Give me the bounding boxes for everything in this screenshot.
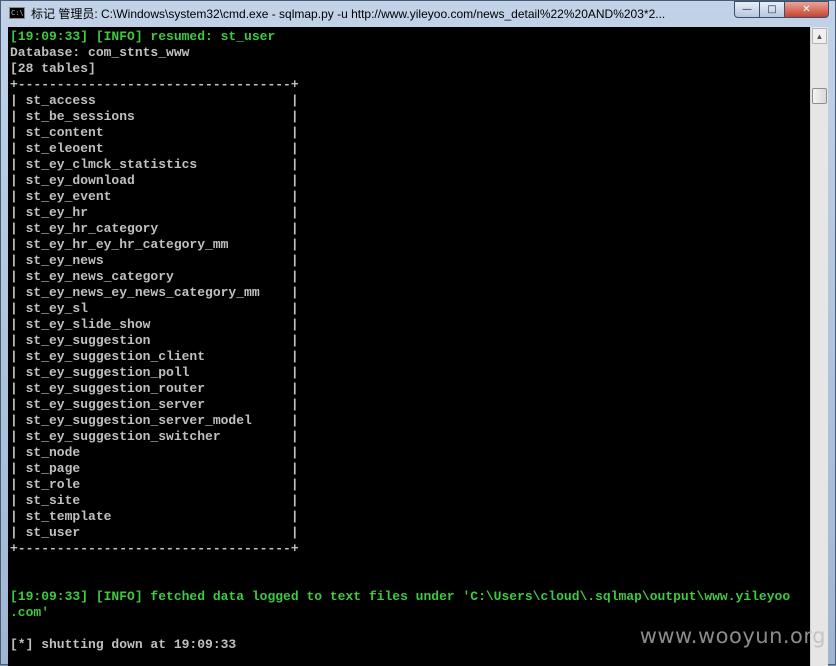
console-line: | st_role | (10, 477, 299, 492)
console-line: | st_ey_slide_show | (10, 317, 299, 332)
console-lines: [19:09:33] [INFO] resumed: st_user Databa… (10, 29, 790, 653)
console-line: | st_ey_hr_category | (10, 221, 299, 236)
console-line: [19:09:33] [INFO] resumed: st_user (10, 29, 276, 44)
console-line: | st_site | (10, 493, 299, 508)
console-line: | st_access | (10, 93, 299, 108)
console-line: | st_user | (10, 525, 299, 540)
close-button[interactable]: ✕ (785, 1, 829, 18)
console-line: | st_template | (10, 509, 299, 524)
console-line: Database: com_stnts_www (10, 45, 190, 60)
console-line: | st_content | (10, 125, 299, 140)
cmd-window: C:\ 标记 管理员: C:\Windows\system32\cmd.exe … (0, 0, 836, 666)
console-line: | st_ey_suggestion_client | (10, 349, 299, 364)
vertical-scrollbar[interactable]: ▲ (810, 27, 828, 666)
cmd-icon: C:\ (9, 7, 25, 19)
console-line: | st_ey_event | (10, 189, 299, 204)
console-line: | st_ey_suggestion_router | (10, 381, 299, 396)
window-controls: — □ ✕ (734, 1, 829, 19)
console-line: +-----------------------------------+ (10, 77, 299, 92)
console-line: | st_ey_news_category | (10, 269, 299, 284)
console-line: | st_node | (10, 445, 299, 460)
console-line: | st_ey_suggestion_poll | (10, 365, 299, 380)
console-line: | st_eleoent | (10, 141, 299, 156)
console-line: | st_page | (10, 461, 299, 476)
title-bar[interactable]: C:\ 标记 管理员: C:\Windows\system32\cmd.exe … (1, 1, 835, 25)
console-line: | st_ey_hr | (10, 205, 299, 220)
console-line: | st_ey_download | (10, 173, 299, 188)
console-line: | st_ey_suggestion_server_model | (10, 413, 299, 428)
maximize-button[interactable]: □ (760, 1, 785, 18)
console-line: | st_ey_news | (10, 253, 299, 268)
console-line: | st_ey_clmck_statistics | (10, 157, 299, 172)
scroll-up-arrow-icon[interactable]: ▲ (812, 28, 827, 44)
minimize-button[interactable]: — (734, 1, 760, 18)
console-line: [28 tables] (10, 61, 96, 76)
console-line: | st_ey_news_ey_news_category_mm | (10, 285, 299, 300)
console-output[interactable]: [19:09:33] [INFO] resumed: st_user Databa… (8, 27, 810, 666)
console-line: [19:09:33] [INFO] fetched data logged to… (10, 589, 791, 604)
watermark: www.wooyun.org (639, 624, 826, 648)
console-line: | st_ey_sl | (10, 301, 299, 316)
console-line: | st_ey_suggestion_server | (10, 397, 299, 412)
console-line: | st_ey_hr_ey_hr_category_mm | (10, 237, 299, 252)
console-line: +-----------------------------------+ (10, 541, 299, 556)
window-title: 标记 管理员: C:\Windows\system32\cmd.exe - sq… (31, 6, 666, 21)
console-line: | st_ey_suggestion | (10, 333, 299, 348)
console-line: .com' (10, 605, 50, 620)
console-line: | st_be_sessions | (10, 109, 299, 124)
scroll-thumb[interactable] (812, 88, 827, 104)
console-line: | st_ey_suggestion_switcher | (10, 429, 299, 444)
